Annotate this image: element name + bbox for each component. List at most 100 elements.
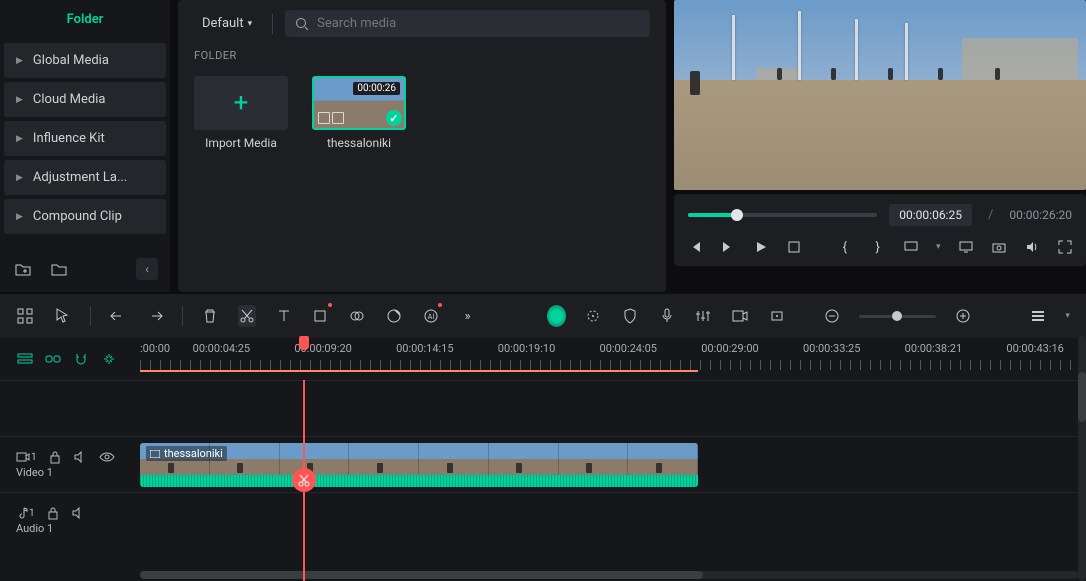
caret-icon: ▶ — [16, 173, 23, 183]
delete-button[interactable] — [201, 305, 220, 327]
media-clip-name: thessaloniki — [327, 136, 391, 150]
video-track-header: 1 Video 1 — [0, 437, 140, 492]
vertical-scrollbar[interactable] — [1078, 336, 1086, 581]
effects-icon[interactable] — [584, 305, 603, 327]
lock-icon[interactable] — [47, 506, 59, 520]
zoom-out-button[interactable] — [822, 305, 841, 327]
step-forward-button[interactable] — [721, 238, 736, 256]
visibility-icon[interactable] — [99, 452, 115, 462]
mixer-icon[interactable] — [694, 305, 713, 327]
fullscreen-button[interactable] — [1057, 238, 1072, 256]
search-icon — [295, 17, 309, 31]
zoom-in-button[interactable] — [954, 305, 973, 327]
video-track-row: 1 Video 1 thessaloniki — [0, 436, 1086, 492]
step-back-button[interactable] — [688, 238, 703, 256]
timeline-toolbar: AI » ▾ — [0, 294, 1086, 338]
timeline-video-clip[interactable]: thessaloniki — [140, 443, 698, 487]
horizontal-scrollbar[interactable] — [140, 571, 1078, 579]
caret-icon: ▶ — [16, 56, 23, 66]
clip-waveform — [140, 475, 698, 487]
more-tools-button[interactable]: » — [458, 305, 477, 327]
split-button[interactable] — [292, 468, 316, 492]
auto-ripple-icon[interactable] — [100, 350, 118, 368]
list-view-button[interactable] — [1029, 305, 1048, 327]
video-track-name: Video 1 — [16, 466, 140, 479]
range-indicator — [140, 370, 698, 372]
timeline-ruler[interactable]: :00:00 00:00:04:25 00:00:09:20 00:00:14:… — [140, 338, 1086, 380]
marker-icon[interactable] — [768, 305, 787, 327]
video-track-icon[interactable]: 1 — [16, 451, 37, 463]
audio-track-name: Audio 1 — [16, 522, 140, 535]
playhead[interactable] — [303, 380, 305, 581]
sidebar-item-adjustment-layer[interactable]: ▶ Adjustment La... — [4, 160, 166, 195]
sidebar-item-label: Influence Kit — [33, 131, 105, 146]
sidebar-item-global-media[interactable]: ▶Global Media — [4, 43, 166, 78]
text-button[interactable] — [274, 305, 293, 327]
caret-icon: ▶ — [16, 134, 23, 144]
svg-text:AI: AI — [428, 313, 435, 321]
link-icon[interactable] — [44, 350, 62, 368]
sidebar-item-label: Cloud Media — [33, 92, 106, 107]
audio-track-row: 1 Audio 1 — [0, 492, 1086, 548]
new-folder-icon[interactable] — [12, 258, 34, 280]
search-box[interactable] — [285, 10, 650, 37]
mic-icon[interactable] — [657, 305, 676, 327]
audio-track-icon[interactable]: 1 — [16, 506, 35, 520]
sidebar-item-cloud-media[interactable]: ▶Cloud Media — [4, 82, 166, 117]
seek-bar[interactable] — [688, 213, 877, 217]
undo-button[interactable] — [108, 305, 127, 327]
track-options-icon[interactable] — [16, 350, 34, 368]
media-clip-thumbnail[interactable]: 00:00:26 ✓ — [312, 76, 406, 130]
color-button[interactable] — [385, 305, 404, 327]
stop-button[interactable] — [787, 238, 802, 256]
mask-button[interactable] — [348, 305, 367, 327]
caret-icon: ▶ — [16, 212, 23, 222]
audio-track-header: 1 Audio 1 — [0, 493, 140, 548]
chevron-down-icon: ▾ — [1065, 311, 1070, 321]
aspect-dropdown[interactable] — [903, 238, 918, 256]
collapse-sidebar-button[interactable]: ‹ — [136, 258, 158, 280]
shield-icon[interactable] — [620, 305, 639, 327]
zoom-slider[interactable] — [859, 315, 936, 318]
import-media-button[interactable]: + — [194, 76, 288, 130]
play-button[interactable] — [754, 238, 769, 256]
vscroll-thumb[interactable] — [1078, 372, 1086, 422]
search-input[interactable] — [317, 16, 640, 31]
sidebar-item-label: Compound Clip — [33, 209, 122, 224]
clip-label: thessaloniki — [146, 446, 227, 461]
sidebar-item-compound-clip[interactable]: ▶ Compound Clip — [4, 199, 166, 234]
display-button[interactable] — [959, 238, 974, 256]
scroll-thumb[interactable] — [140, 571, 703, 579]
playhead-handle[interactable] — [299, 336, 309, 350]
snapshot-button[interactable] — [991, 238, 1006, 256]
magnet-icon[interactable] — [72, 350, 90, 368]
sidebar-item-label: Adjustment La... — [33, 170, 127, 185]
clip-duration-badge: 00:00:26 — [353, 82, 400, 95]
chevron-down-icon: ▾ — [936, 242, 941, 252]
sort-dropdown[interactable]: Default▾ — [194, 12, 260, 35]
current-time: 00:00:06:25 — [889, 204, 972, 226]
cut-button[interactable] — [238, 305, 257, 327]
zoom-thumb[interactable] — [892, 311, 902, 321]
preview-viewport[interactable] — [674, 0, 1086, 190]
crop-button[interactable] — [311, 305, 330, 327]
redo-button[interactable] — [145, 305, 164, 327]
volume-button[interactable] — [1024, 238, 1039, 256]
media-panel: Default▾ FOLDER + Import Media 00:00:26 — [178, 0, 666, 292]
lock-icon[interactable] — [49, 450, 61, 464]
mute-icon[interactable] — [71, 507, 85, 519]
folder-icon[interactable] — [48, 258, 70, 280]
ai-button[interactable]: AI — [421, 305, 440, 327]
grid-icon[interactable] — [16, 305, 35, 327]
mute-icon[interactable] — [73, 451, 87, 463]
import-media-label: Import Media — [205, 136, 277, 150]
mark-out-button[interactable]: } — [870, 238, 885, 256]
preview-panel: 00:00:06:25 / 00:00:26:20 { } ▾ — [674, 0, 1086, 292]
folder-tab[interactable]: Folder — [4, 4, 166, 39]
record-icon[interactable] — [731, 305, 750, 327]
mark-in-button[interactable]: { — [837, 238, 852, 256]
sidebar-item-influence-kit[interactable]: ▶ Influence Kit — [4, 121, 166, 156]
ai-assistant-button[interactable] — [547, 305, 566, 327]
cursor-icon[interactable] — [53, 305, 72, 327]
seek-thumb[interactable] — [731, 209, 743, 221]
